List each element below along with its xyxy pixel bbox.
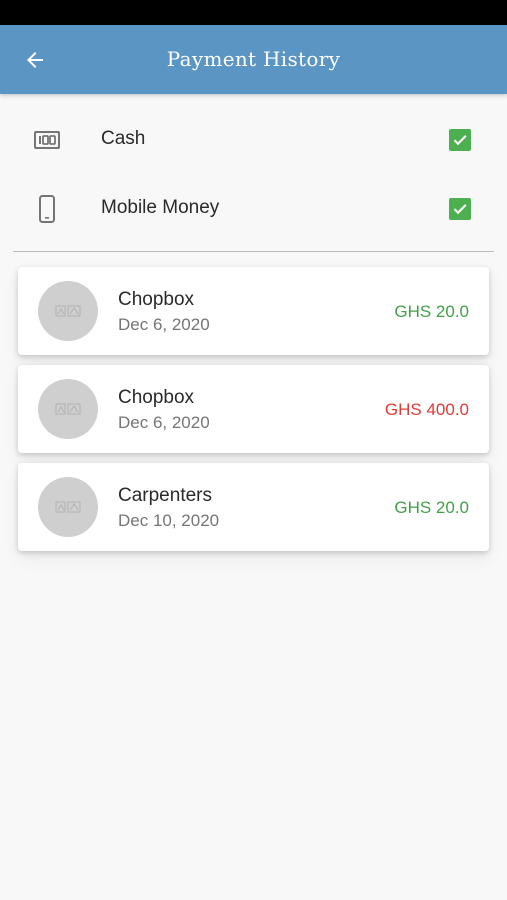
filter-row-mobile-money[interactable]: Mobile Money bbox=[0, 179, 507, 239]
phone-icon bbox=[30, 193, 64, 225]
filter-label-mobile-money: Mobile Money bbox=[101, 197, 220, 218]
transaction-date: Dec 10, 2020 bbox=[118, 511, 220, 530]
transaction-name: Chopbox bbox=[118, 289, 195, 310]
status-bar bbox=[0, 0, 507, 25]
page-title: Payment History bbox=[166, 47, 341, 71]
filter-label-cash: Cash bbox=[101, 128, 146, 149]
transaction-amount: GHS 20.0 bbox=[394, 498, 469, 517]
avatar bbox=[38, 477, 98, 537]
mobile-money-checkbox[interactable] bbox=[449, 198, 471, 220]
divider bbox=[13, 251, 494, 252]
avatar bbox=[38, 281, 98, 341]
image-placeholder-icon bbox=[55, 305, 81, 317]
avatar bbox=[38, 379, 98, 439]
transaction-amount: GHS 20.0 bbox=[394, 302, 469, 321]
transaction-card[interactable]: Chopbox Dec 6, 2020 GHS 400.0 bbox=[18, 365, 489, 453]
app-bar: Payment History bbox=[0, 25, 507, 94]
cash-checkbox[interactable] bbox=[449, 129, 471, 151]
cash-icon bbox=[30, 124, 64, 156]
transaction-amount: GHS 400.0 bbox=[384, 400, 469, 419]
transaction-card[interactable]: Chopbox Dec 6, 2020 GHS 20.0 bbox=[18, 267, 489, 355]
filter-row-cash[interactable]: Cash bbox=[0, 110, 507, 170]
image-placeholder-icon bbox=[55, 501, 81, 513]
check-icon bbox=[453, 135, 467, 146]
transaction-name: Carpenters bbox=[118, 485, 212, 506]
check-icon bbox=[453, 204, 467, 215]
image-placeholder-icon bbox=[55, 403, 81, 415]
transaction-date: Dec 6, 2020 bbox=[118, 315, 210, 334]
transaction-date: Dec 6, 2020 bbox=[118, 413, 210, 432]
transaction-name: Chopbox bbox=[118, 387, 195, 408]
transaction-card[interactable]: Carpenters Dec 10, 2020 GHS 20.0 bbox=[18, 463, 489, 551]
